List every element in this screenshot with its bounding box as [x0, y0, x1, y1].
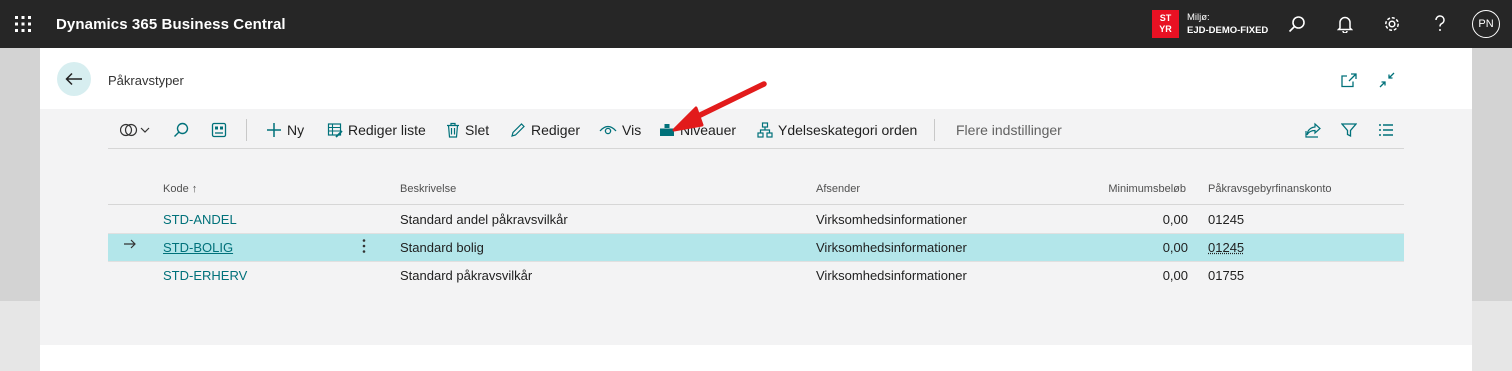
edit-button[interactable]: Rediger	[510, 115, 580, 145]
bell-icon[interactable]	[1333, 12, 1357, 36]
table-row[interactable]: STD-ERHERV Standard påkravsvilkår Virkso…	[108, 262, 1404, 290]
sender-cell: Virksomhedsinformationer	[816, 268, 967, 283]
layout-icon[interactable]	[211, 115, 232, 145]
category-order-button[interactable]: Ydelseskategori orden	[757, 115, 917, 145]
environment-label: Miljø:	[1187, 12, 1210, 23]
avatar[interactable]: PN	[1472, 10, 1500, 38]
env-badge-line2: YR	[1159, 24, 1172, 34]
column-header-fee-account[interactable]: Påkravsgebyrfinanskonto	[1208, 183, 1332, 195]
column-header-code[interactable]: Kode ↑	[163, 183, 197, 195]
row-actions-icon[interactable]	[361, 238, 367, 257]
popout-icon[interactable]	[1340, 72, 1358, 93]
share-icon[interactable]	[1305, 115, 1326, 145]
separator	[934, 119, 935, 141]
view-label: Vis	[622, 122, 642, 138]
env-badge-line1: ST	[1159, 13, 1172, 23]
app-name[interactable]: Dynamics 365 Business Central	[56, 16, 286, 33]
code-link[interactable]: STD-BOLIG	[163, 240, 233, 255]
fee-account-cell: 01245	[1208, 212, 1245, 227]
table-row[interactable]: STD-ANDEL Standard andel påkravsvilkår V…	[108, 206, 1404, 234]
view-button[interactable]: Vis	[599, 115, 641, 145]
list-view-icon[interactable]	[1378, 115, 1399, 145]
waffle-icon[interactable]	[0, 0, 46, 48]
min-amount-cell: 0,00	[1162, 268, 1188, 283]
gear-icon[interactable]	[1380, 12, 1404, 36]
environment-badge: ST YR	[1152, 10, 1179, 38]
annotation-arrow-icon	[672, 81, 767, 132]
fee-account-cell[interactable]: 01245	[1208, 240, 1244, 255]
page-title: Påkravstyper	[108, 73, 184, 88]
sender-cell: Virksomhedsinformationer	[816, 212, 967, 227]
edit-label: Rediger	[531, 122, 581, 138]
delete-label: Slet	[465, 122, 490, 138]
min-amount-cell: 0,00	[1162, 212, 1188, 227]
table-row-selected[interactable]: STD-BOLIG Standard bolig Virksomhedsinfo…	[108, 234, 1404, 262]
edit-list-icon	[327, 123, 343, 138]
min-amount-cell: 0,00	[1162, 240, 1188, 255]
views-icon	[120, 123, 150, 137]
plus-icon	[267, 123, 281, 137]
category-order-label: Ydelseskategori orden	[778, 122, 918, 138]
row-arrow-icon	[123, 238, 137, 253]
description-cell: Standard andel påkravsvilkår	[400, 212, 568, 227]
fee-account-cell: 01755	[1208, 268, 1245, 283]
new-button-label: Ny	[287, 122, 305, 138]
filter-icon[interactable]	[1341, 115, 1362, 145]
edit-list-button[interactable]: Rediger liste	[327, 115, 426, 145]
pencil-icon	[511, 123, 525, 137]
edit-list-label: Rediger liste	[348, 122, 426, 138]
description-cell: Standard påkravsvilkår	[400, 268, 533, 283]
help-icon[interactable]	[1428, 12, 1452, 36]
more-options-button[interactable]: Flere indstillinger	[956, 115, 1062, 145]
arrow-left-icon	[65, 72, 82, 86]
environment-name: EJD-DEMO-FIXED	[1187, 25, 1269, 36]
code-link[interactable]: STD-ANDEL	[163, 212, 237, 227]
code-link[interactable]: STD-ERHERV	[163, 268, 247, 283]
table-header: Kode ↑ Beskrivelse Afsender Minimumsbelø…	[108, 176, 1404, 205]
trash-icon	[447, 122, 459, 138]
column-header-description[interactable]: Beskrivelse	[400, 183, 456, 195]
column-header-sender[interactable]: Afsender	[816, 183, 860, 195]
search-icon[interactable]	[1285, 12, 1309, 36]
separator	[246, 119, 247, 141]
views-toggle[interactable]	[120, 115, 155, 145]
delete-button[interactable]: Slet	[446, 115, 489, 145]
eye-icon	[599, 125, 617, 135]
column-header-min-amount[interactable]: Minimumsbeløb	[1058, 183, 1186, 195]
environment-info: Miljø: EJD-DEMO-FIXED	[1187, 11, 1268, 37]
collapse-icon[interactable]	[1378, 72, 1396, 93]
new-button[interactable]: Ny	[266, 115, 304, 145]
back-button[interactable]	[57, 62, 91, 96]
sender-cell: Virksomhedsinformationer	[816, 240, 967, 255]
description-cell: Standard bolig	[400, 240, 484, 255]
search-list-icon[interactable]	[173, 115, 194, 145]
